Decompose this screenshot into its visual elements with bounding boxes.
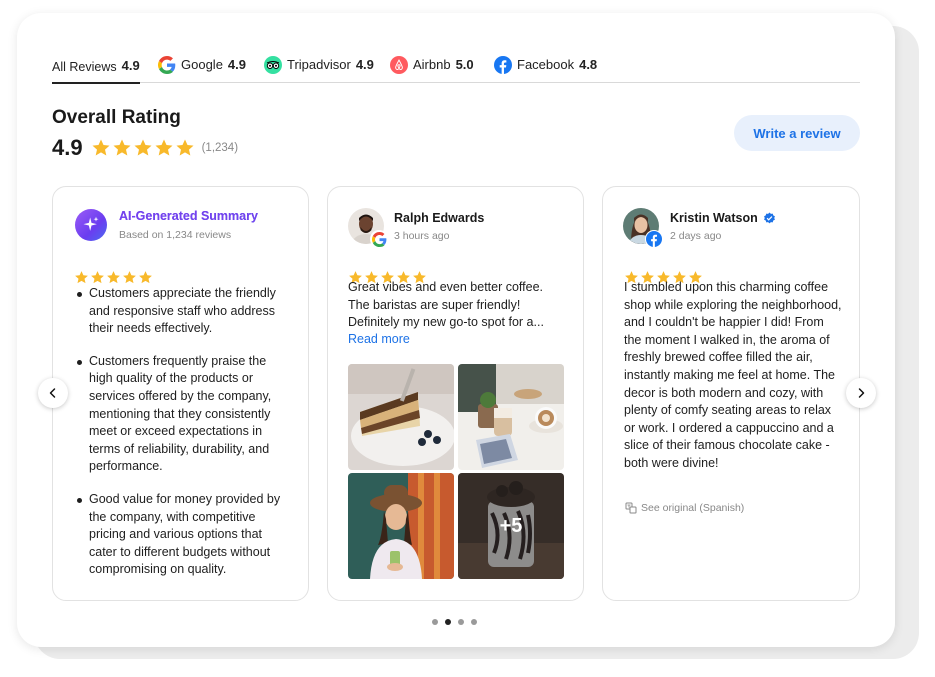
tab-label: Tripadvisor [287,57,351,72]
overall-rating-title: Overall Rating [52,107,181,128]
review-time: 3 hours ago [394,230,450,242]
star-icon [123,271,136,284]
summary-bullet: Customers appreciate the friendly and re… [75,285,290,338]
review-card: Kristin Watson 2 days ago I stumbled upo… [602,186,860,601]
overall-rating: 4.9 (1,234) [52,133,238,163]
pagination-dots [432,619,477,625]
page-dot[interactable] [471,619,477,625]
star-icon [155,139,173,156]
star-icon [91,271,104,284]
page-dot-active[interactable] [445,619,451,625]
reviewer-name-text: Kristin Watson [670,211,758,225]
reviews-widget: All Reviews 4.9 Google 4.9 Tripadvisor 4… [17,13,895,647]
google-icon [370,230,388,248]
tab-label: Airbnb [413,57,451,72]
star-icon [134,139,152,156]
summary-bullets: Customers appreciate the friendly and re… [75,285,290,594]
tab-label: Facebook [517,57,575,72]
star-icon [107,271,120,284]
summary-bullet: Good value for money provided by the com… [75,491,290,579]
ai-summary-title: AI-Generated Summary [119,209,258,223]
facebook-icon [645,230,663,248]
review-card: Ralph Edwards 3 hours ago Great vibes an… [327,186,584,601]
facebook-icon [494,56,512,74]
previous-button[interactable] [38,378,68,408]
source-tabs: All Reviews 4.9 Google 4.9 Tripadvisor 4… [52,55,860,84]
tab-score: 4.9 [121,58,140,73]
ai-summary-card: AI-Generated Summary Based on 1,234 revi… [52,186,309,601]
avatar [348,208,388,248]
reviewer-name: Ralph Edwards [394,211,485,225]
rating-stars [74,270,153,285]
tab-all-reviews[interactable]: All Reviews 4.9 [52,57,140,84]
tab-score: 5.0 [455,57,474,72]
review-photo-more[interactable]: +5 [458,473,564,579]
see-original-link[interactable]: See original (Spanish) [625,502,744,514]
tab-airbnb[interactable]: Airbnb 5.0 [390,56,474,83]
overall-score: 4.9 [52,135,83,160]
review-count: (1,234) [201,142,239,154]
tab-label: All Reviews [52,60,117,74]
review-photo-coffee[interactable] [458,364,564,470]
google-icon [158,56,176,74]
tab-google[interactable]: Google 4.9 [158,56,246,83]
read-more-link[interactable]: Read more [348,332,410,346]
tripadvisor-icon [264,56,282,74]
star-icon [176,139,194,156]
review-text: Great vibes and even better coffee. The … [348,280,544,330]
tab-facebook[interactable]: Facebook 4.8 [494,56,598,83]
sparkle-icon [75,209,107,241]
review-text: I stumbled upon this charming coffee sho… [624,280,842,470]
translate-icon [625,502,637,514]
page-dot[interactable] [432,619,438,625]
overall-stars [91,138,195,158]
tab-label: Google [181,57,223,72]
verified-icon [763,212,775,223]
summary-bullet: Customers frequently praise the high qua… [75,353,290,476]
ai-summary-subtitle: Based on 1,234 reviews [119,229,232,241]
write-review-button[interactable]: Write a review [734,115,860,151]
tab-tripadvisor[interactable]: Tripadvisor 4.9 [264,56,374,83]
star-icon [139,271,152,284]
star-icon [92,139,110,156]
chevron-right-icon [858,388,865,398]
chevron-left-icon [49,388,56,398]
next-button[interactable] [846,378,876,408]
review-time: 2 days ago [670,230,722,242]
more-photos-count: +5 [458,473,564,579]
review-photo-cake[interactable] [348,364,454,470]
see-original-label: See original (Spanish) [641,502,745,514]
tab-score: 4.8 [579,57,598,72]
star-icon [75,271,88,284]
tab-score: 4.9 [355,57,374,72]
review-photo-woman[interactable] [348,473,454,579]
tab-score: 4.9 [227,57,246,72]
airbnb-icon [390,56,408,74]
avatar [623,208,663,248]
page-dot[interactable] [458,619,464,625]
star-icon [113,139,131,156]
reviewer-name: Kristin Watson [670,211,776,225]
